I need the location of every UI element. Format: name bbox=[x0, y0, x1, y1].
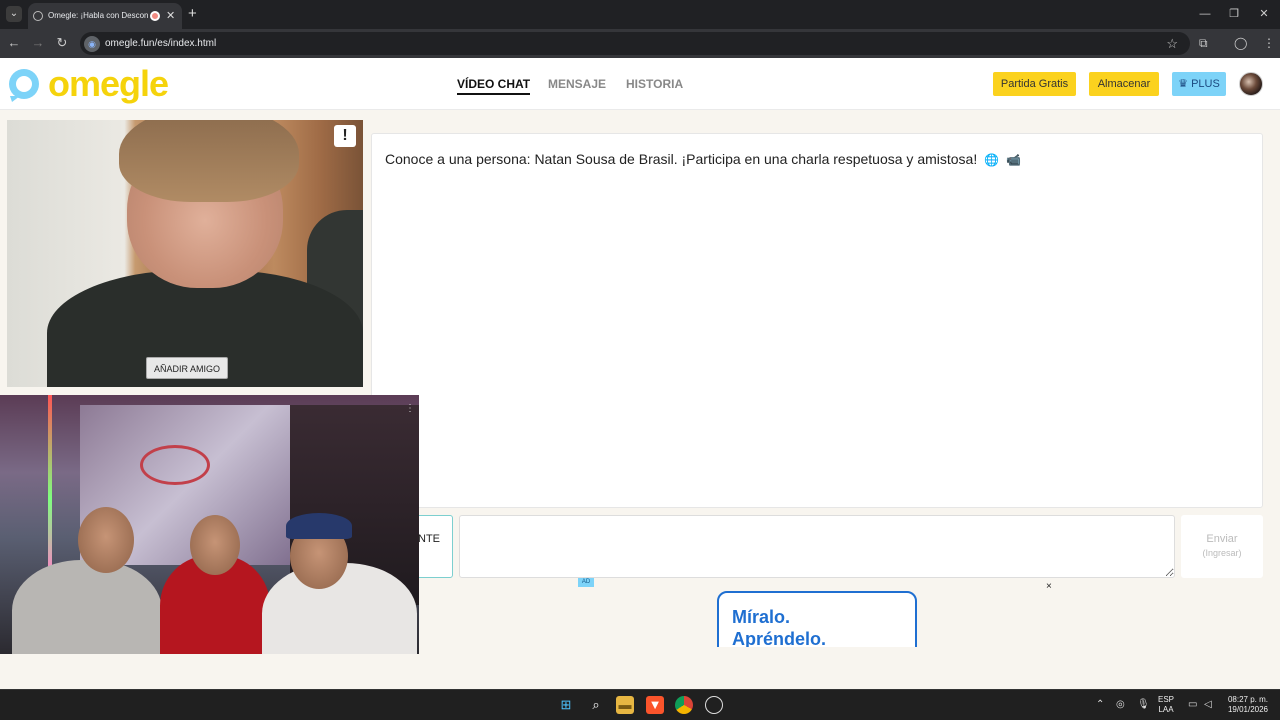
language-indicator[interactable]: ESP LAA bbox=[1158, 695, 1174, 715]
site-info-icon[interactable]: ◉ bbox=[84, 36, 100, 52]
recording-indicator-icon bbox=[150, 11, 160, 21]
crown-icon: ♛ bbox=[1178, 78, 1189, 90]
file-explorer-icon[interactable]: ▬ bbox=[616, 696, 634, 714]
chrome-icon[interactable] bbox=[675, 696, 693, 714]
add-friend-button[interactable]: AÑADIR AMIGO bbox=[146, 357, 229, 379]
avatar[interactable] bbox=[1239, 72, 1263, 96]
browser-tab-bar: ⌄ Omegle: ¡Habla con Descon ✕ + — ❐ ✕ bbox=[0, 0, 1280, 29]
tray-chevron-icon[interactable]: ⌃ bbox=[1096, 698, 1104, 712]
nav-mensaje[interactable]: MENSAJE bbox=[548, 77, 606, 91]
system-clock[interactable]: 08:27 p. m. 19/01/2026 bbox=[1222, 695, 1268, 715]
video-menu-icon[interactable]: ⋮ bbox=[405, 403, 415, 414]
report-button[interactable]: ! bbox=[334, 125, 356, 147]
tab-title: Omegle: ¡Habla con Descon bbox=[48, 11, 149, 20]
clock-date: 19/01/2026 bbox=[1227, 705, 1268, 714]
chat-message: Conoce a una persona: Natan Sousa de Bra… bbox=[385, 151, 1021, 167]
chat-log: Conoce a una persona: Natan Sousa de Bra… bbox=[371, 133, 1263, 508]
ad-close-icon[interactable]: × bbox=[1046, 581, 1052, 592]
maximize-button[interactable]: ❐ bbox=[1224, 5, 1244, 23]
stranger-hair bbox=[119, 120, 299, 202]
omegle-logo-icon[interactable] bbox=[6, 66, 46, 102]
language-code: ESP bbox=[1158, 695, 1175, 704]
stranger-video: ! AÑADIR AMIGO bbox=[7, 120, 363, 387]
omegle-page: omegle VÍDEO CHAT MENSAJE HISTORIA Parti… bbox=[0, 58, 1280, 689]
site-header: omegle VÍDEO CHAT MENSAJE HISTORIA Parti… bbox=[0, 58, 1280, 110]
omegle-favicon-icon bbox=[33, 11, 43, 21]
network-icon[interactable]: ▭ bbox=[1188, 698, 1197, 712]
ad-badge: AD bbox=[578, 578, 594, 587]
plus-button[interactable]: ♛ PLUS bbox=[1172, 72, 1226, 96]
ad-line-1: Míralo. bbox=[732, 607, 791, 627]
close-window-button[interactable]: ✕ bbox=[1254, 5, 1274, 23]
tab-search-icon[interactable]: ⌄ bbox=[6, 6, 22, 22]
address-bar[interactable]: ◉ omegle.fun/es/index.html ☆ bbox=[80, 32, 1190, 55]
extensions-icon[interactable]: ⧉ bbox=[1199, 35, 1208, 51]
forward-icon[interactable]: → bbox=[30, 35, 46, 51]
logo-text[interactable]: omegle bbox=[48, 62, 169, 106]
brave-browser-icon[interactable]: ▼ bbox=[646, 696, 664, 714]
back-icon[interactable]: ← bbox=[6, 35, 22, 51]
cap bbox=[286, 513, 352, 539]
minimize-button[interactable]: — bbox=[1195, 5, 1215, 23]
star-icon[interactable]: ☆ bbox=[1166, 32, 1178, 55]
globe-icon: 🌐 bbox=[984, 153, 1000, 167]
search-icon[interactable]: ⌕ bbox=[587, 696, 605, 714]
send-button[interactable]: Enviar (Ingresar) bbox=[1181, 515, 1263, 578]
taskbar: ⊞ ⌕ ▬ ▼ ⌃ ◎ 🎙 ESP LAA ▭ ◁ 08:27 p. m. 19… bbox=[0, 689, 1280, 720]
microphone-icon[interactable]: 🎙 bbox=[1137, 698, 1150, 712]
browser-toolbar: ← → ↻ ◉ omegle.fun/es/index.html ☆ ⧉ ◯ ⋮ bbox=[0, 29, 1280, 58]
person-left-head bbox=[78, 507, 134, 573]
camera-icon: 📹 bbox=[1005, 153, 1021, 167]
start-icon[interactable]: ⊞ bbox=[557, 696, 575, 714]
obs-tray-icon[interactable]: ◎ bbox=[1116, 698, 1125, 712]
obs-icon[interactable] bbox=[705, 696, 723, 714]
browser-tab[interactable]: Omegle: ¡Habla con Descon ✕ bbox=[28, 3, 182, 29]
tab-close-icon[interactable]: ✕ bbox=[166, 3, 175, 29]
person-left bbox=[12, 560, 162, 654]
url-text: omegle.fun/es/index.html bbox=[105, 38, 217, 49]
new-tab-button[interactable]: + bbox=[188, 4, 197, 24]
profile-icon[interactable]: ◯ bbox=[1234, 35, 1247, 51]
nav-historia[interactable]: HISTORIA bbox=[626, 77, 683, 91]
chat-message-text: Conoce a una persona: Natan Sousa de Bra… bbox=[385, 151, 978, 167]
basketball-hoop bbox=[140, 445, 210, 485]
volume-icon[interactable]: ◁ bbox=[1204, 698, 1212, 712]
person-middle-head bbox=[190, 515, 240, 575]
reload-icon[interactable]: ↻ bbox=[54, 35, 70, 51]
send-label: Enviar bbox=[1206, 533, 1238, 545]
next-button-label: NTE bbox=[418, 533, 440, 545]
partida-gratis-button[interactable]: Partida Gratis bbox=[993, 72, 1076, 96]
self-video: ⋮ bbox=[0, 395, 419, 654]
send-hint: (Ingresar) bbox=[1202, 548, 1242, 558]
message-input[interactable] bbox=[459, 515, 1175, 578]
keyboard-layout: LAA bbox=[1158, 705, 1174, 714]
nav-video-chat[interactable]: VÍDEO CHAT bbox=[457, 77, 531, 95]
menu-icon[interactable]: ⋮ bbox=[1263, 35, 1275, 51]
plus-label: PLUS bbox=[1191, 78, 1220, 90]
clock-time: 08:27 p. m. bbox=[1227, 695, 1268, 704]
almacenar-button[interactable]: Almacenar bbox=[1089, 72, 1159, 96]
